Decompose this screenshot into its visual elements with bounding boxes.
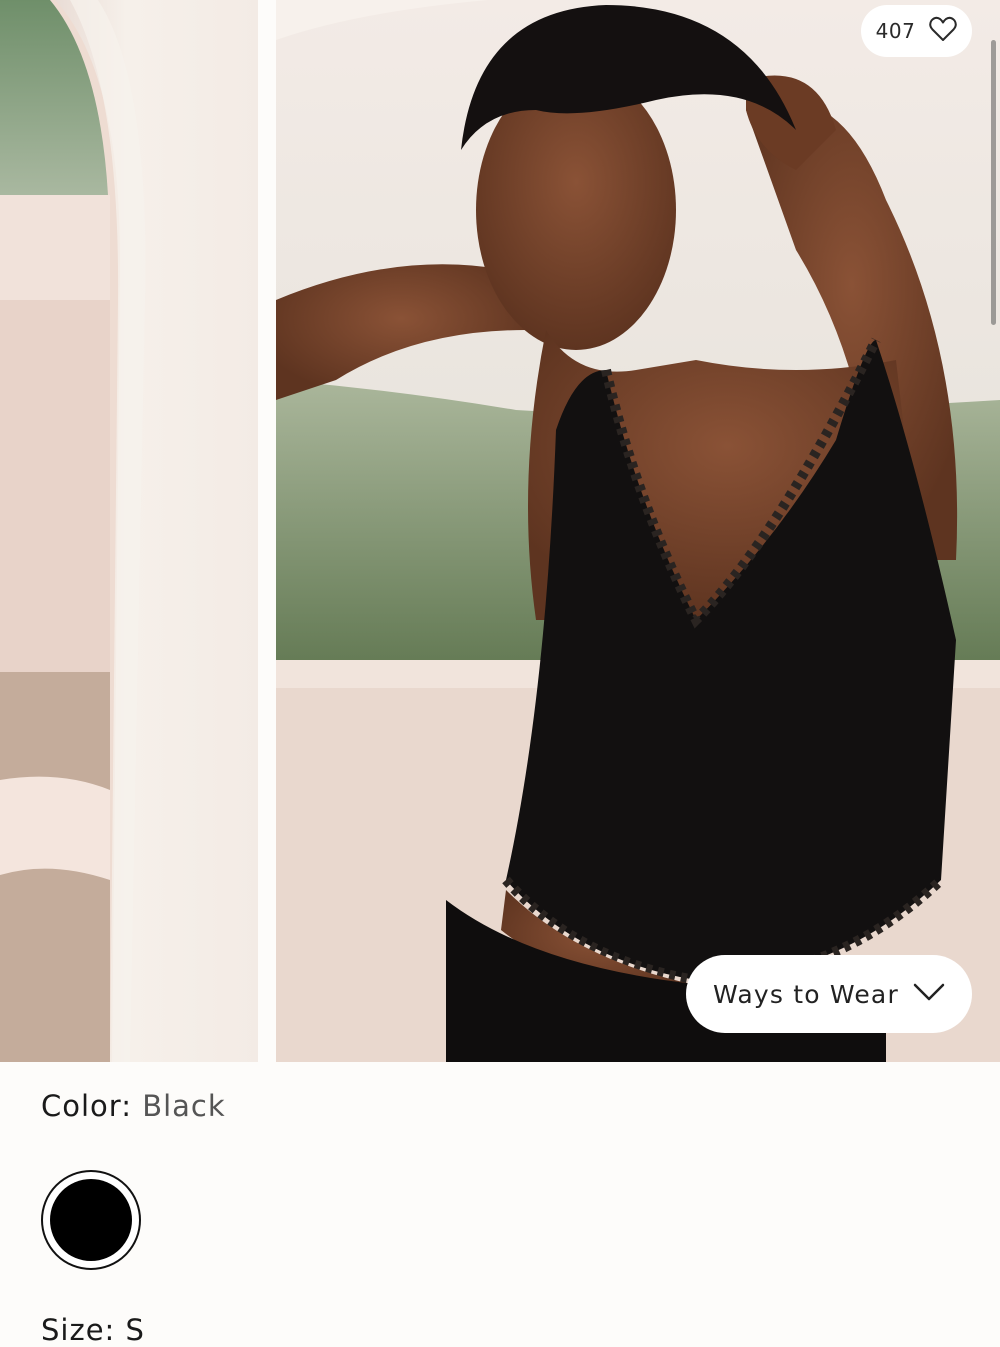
- ways-to-wear-label: Ways to Wear: [713, 979, 899, 1009]
- gallery-image-main[interactable]: [276, 0, 1000, 1062]
- heart-outline-icon: [929, 16, 958, 46]
- favorite-button[interactable]: 407: [861, 5, 972, 57]
- color-label: Color:: [41, 1089, 132, 1123]
- color-swatch-fill: [50, 1179, 132, 1261]
- likes-count: 407: [875, 19, 916, 43]
- arch-photo: [0, 0, 258, 1062]
- chevron-down-icon: [913, 982, 945, 1006]
- gallery-scrollbar[interactable]: [991, 40, 996, 325]
- size-selection-label: Size: S: [41, 1313, 145, 1347]
- product-image-gallery[interactable]: 407 Ways to Wear: [0, 0, 1000, 1062]
- color-value: Black: [142, 1089, 226, 1123]
- ways-to-wear-button[interactable]: Ways to Wear: [686, 955, 972, 1033]
- size-value: S: [125, 1313, 145, 1347]
- gallery-image-previous[interactable]: [0, 0, 258, 1062]
- model-photo: [276, 0, 1000, 1062]
- size-label: Size:: [41, 1313, 116, 1347]
- color-swatch-black[interactable]: [41, 1170, 141, 1270]
- color-selection-label: Color: Black: [41, 1089, 226, 1123]
